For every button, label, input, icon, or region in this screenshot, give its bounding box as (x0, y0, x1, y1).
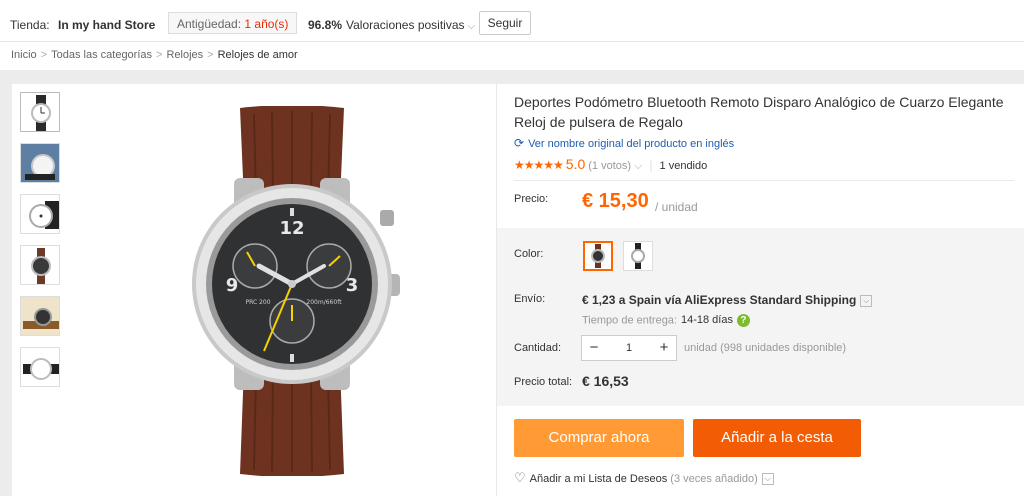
info-divider (514, 180, 1014, 181)
chevron-down-icon[interactable]: ⌵ (860, 294, 873, 307)
store-age-badge: Antigüedad: 1 año(s) (168, 12, 298, 34)
thumbnail-6[interactable] (20, 347, 60, 387)
watch-swatch-image (631, 243, 645, 269)
rating-stars-icon: ★★★★★ (514, 158, 564, 172)
product-info: Deportes Podómetro Bluetooth Remoto Disp… (497, 84, 1024, 496)
rating-votes: (1 votos) (588, 160, 632, 172)
watch-thumbnail-image (21, 297, 59, 335)
watch-thumbnail-image (23, 358, 59, 380)
breadcrumb-item-current[interactable]: Relojes de amor (218, 49, 298, 61)
store-label: Tienda: (10, 18, 50, 32)
help-icon[interactable]: ? (736, 314, 750, 327)
sold-count: 1 vendido (659, 160, 708, 172)
quantity-stepper: − 1 + (581, 335, 677, 361)
total-label: Precio total: (514, 376, 573, 388)
delivery-time: Tiempo de entrega: 14-18 días? (582, 314, 750, 327)
watch-thumbnail-image (31, 95, 51, 131)
wishlist-count: (3 veces añadido) (670, 473, 758, 485)
chevron-down-icon: ⌵ (634, 160, 643, 172)
follow-button[interactable]: Seguir (479, 11, 531, 35)
rating-votes-dropdown[interactable]: (1 votos) ⌵ (588, 160, 642, 172)
watch-swatch-image (591, 244, 605, 268)
translate-link-label: Ver nombre original del producto en ingl… (528, 138, 735, 150)
buy-now-button[interactable]: Comprar ahora (514, 419, 684, 457)
breadcrumb-item-all-categories[interactable]: Todas las categorías (51, 49, 152, 61)
rating-row: ★★★★★ 5.0 (1 votos) ⌵ | 1 vendido (514, 156, 707, 173)
dial-depth-text: 200m/660ft (306, 299, 342, 306)
wishlist-link[interactable]: ♡ Añadir a mi Lista de Deseos (3 veces añ… (514, 470, 774, 486)
options-section (497, 228, 1024, 406)
shipping-value: € 1,23 a Spain vía AliExpress Standard S… (582, 293, 857, 307)
store-name[interactable]: In my hand Store (58, 18, 155, 32)
store-rating-label: Valoraciones positivas (346, 18, 465, 32)
watch-thumbnail-image (21, 144, 59, 182)
color-label: Color: (514, 248, 544, 260)
dial-brand-text: PRC 200 (245, 299, 270, 306)
heart-icon: ♡ (514, 470, 526, 485)
thumbnail-2[interactable] (20, 143, 60, 183)
thumbnail-list (20, 92, 64, 398)
shipping-option[interactable]: € 1,23 a Spain vía AliExpress Standard S… (582, 293, 873, 307)
color-option-brown[interactable] (583, 241, 613, 271)
breadcrumb-separator: > (40, 49, 48, 61)
price-label: Precio: (514, 193, 549, 205)
delivery-label: Tiempo de entrega: (582, 314, 677, 327)
translate-icon: ⟳ (514, 136, 525, 150)
breadcrumb-item-inicio[interactable]: Inicio (11, 49, 37, 61)
breadcrumb-item-relojes[interactable]: Relojes (166, 49, 203, 61)
thumbnail-4[interactable] (20, 245, 60, 285)
watch-thumbnail-image (31, 248, 51, 284)
price-value: € 15,30 (582, 190, 649, 212)
product-title: Deportes Podómetro Bluetooth Remoto Disp… (514, 94, 1004, 130)
quantity-increase-button[interactable]: + (652, 336, 676, 360)
chevron-down-icon: ⌵ (467, 21, 476, 32)
thumbnail-5[interactable] (20, 296, 60, 336)
total-value: € 16,53 (582, 373, 629, 389)
stock-info: unidad (998 unidades disponible) (684, 342, 847, 354)
dial-numeral-9: 9 (226, 275, 239, 296)
product-main-image[interactable]: 12 3 9 PRC 200 200m/660ft (172, 106, 412, 476)
breadcrumb-separator: > (156, 49, 163, 61)
thumbnail-3[interactable] (20, 194, 60, 234)
store-rating-percent: 96.8% (308, 18, 343, 32)
dial-numeral-12: 12 (279, 218, 304, 239)
store-rating-dropdown[interactable]: Valoraciones positivas ⌵ (346, 18, 475, 32)
price-unit: / unidad (655, 200, 698, 214)
delivery-days: 14-18 días (680, 314, 733, 327)
color-option-black[interactable] (623, 241, 653, 271)
wishlist-label: Añadir a mi Lista de Deseos (529, 473, 668, 485)
breadcrumb: Inicio > Todas las categorías > Relojes > Relo… (0, 42, 1024, 70)
translate-link[interactable]: ⟳ Ver nombre original del producto en ing… (514, 136, 734, 150)
shipping-label: Envío: (514, 293, 546, 305)
breadcrumb-separator: > (207, 49, 214, 61)
add-to-cart-button[interactable]: Añadir a la cesta (693, 419, 861, 457)
chevron-down-icon[interactable]: ⌵ (761, 473, 774, 486)
rating-score: 5.0 (565, 156, 586, 172)
quantity-decrease-button[interactable]: − (582, 336, 606, 360)
rating-separator: | (649, 158, 653, 172)
product-panel: 12 3 9 PRC 200 200m/660ft Deportes Podóm… (12, 84, 1024, 496)
store-age-value: 1 año(s) (244, 17, 289, 31)
quantity-input[interactable]: 1 (607, 336, 651, 360)
thumbnail-1[interactable] (20, 92, 60, 132)
dial-numeral-3: 3 (346, 275, 359, 296)
store-bar: Tienda: In my hand Store Antigüedad: 1 a… (0, 0, 1024, 42)
store-age-label: Antigüedad: (177, 17, 242, 31)
quantity-label: Cantidad: (514, 342, 562, 354)
watch-thumbnail-image (29, 201, 59, 229)
